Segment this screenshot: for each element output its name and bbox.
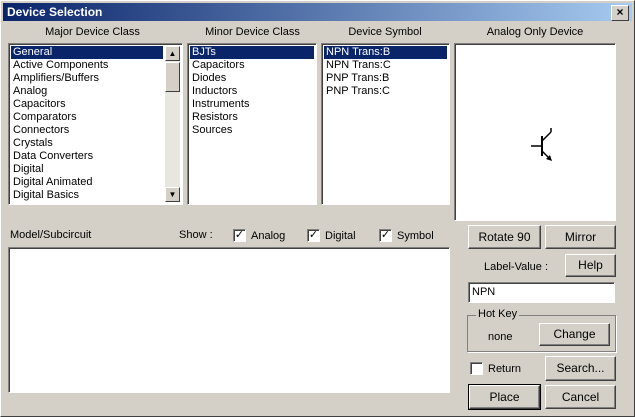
- hot-key-value: none: [488, 331, 513, 343]
- scroll-up-button[interactable]: ▲: [165, 46, 180, 61]
- symbol-preview: [454, 43, 616, 221]
- analog-only-header: Analog Only Device: [486, 26, 584, 38]
- major-class-item[interactable]: Connectors: [11, 124, 163, 137]
- npn-transistor-icon: [531, 128, 552, 161]
- major-class-item[interactable]: General: [11, 46, 163, 59]
- major-class-items: General Active Components Amplifiers/Buffe…: [11, 46, 163, 202]
- help-button[interactable]: Help: [565, 254, 616, 277]
- search-button[interactable]: Search...: [545, 356, 616, 381]
- minor-class-items: BJTs Capacitors Diodes Inductors Instruments…: [190, 46, 314, 137]
- analog-checkbox[interactable]: ✓: [233, 229, 246, 242]
- label-value-label: Label-Value :: [484, 261, 549, 273]
- mirror-button[interactable]: Mirror: [545, 225, 616, 249]
- major-class-header: Major Device Class: [45, 26, 140, 38]
- major-class-item[interactable]: Digital Animated: [11, 176, 163, 189]
- symbol-checkbox[interactable]: ✓: [379, 229, 392, 242]
- symbol-label: Symbol: [397, 230, 434, 242]
- device-symbol-header: Device Symbol: [348, 26, 422, 38]
- minor-class-item[interactable]: BJTs: [190, 46, 314, 59]
- device-symbol-item[interactable]: NPN Trans:C: [324, 59, 447, 72]
- window-title: Device Selection: [7, 5, 103, 19]
- minor-class-list[interactable]: BJTs Capacitors Diodes Inductors Instruments…: [187, 43, 317, 205]
- return-label: Return: [488, 363, 522, 375]
- change-button[interactable]: Change: [539, 323, 610, 346]
- major-class-item[interactable]: Amplifiers/Buffers: [11, 72, 163, 85]
- scroll-thumb[interactable]: [165, 62, 180, 92]
- device-selection-dialog: Device Selection × Major Device Class Mi…: [0, 0, 635, 417]
- model-subcircuit-label: Model/Subcircuit: [10, 229, 92, 241]
- return-checkbox[interactable]: [470, 362, 483, 375]
- close-button[interactable]: ×: [611, 5, 629, 21]
- minor-class-item[interactable]: Capacitors: [190, 59, 314, 72]
- label-value-input[interactable]: NPN: [468, 282, 615, 303]
- cancel-button[interactable]: Cancel: [545, 385, 616, 409]
- title-bar: Device Selection ×: [3, 3, 632, 21]
- rotate-90-button[interactable]: Rotate 90: [468, 225, 541, 249]
- minor-class-item[interactable]: Sources: [190, 124, 314, 137]
- device-symbol-item[interactable]: PNP Trans:B: [324, 72, 447, 85]
- scroll-down-button[interactable]: ▼: [165, 187, 180, 202]
- major-class-item[interactable]: Digital Basics: [11, 189, 163, 202]
- show-label: Show :: [179, 229, 213, 241]
- major-class-item[interactable]: Analog: [11, 85, 163, 98]
- device-symbol-item[interactable]: PNP Trans:C: [324, 85, 447, 98]
- minor-class-item[interactable]: Instruments: [190, 98, 314, 111]
- device-symbol-list[interactable]: NPN Trans:B NPN Trans:C PNP Trans:B PNP Tra…: [321, 43, 450, 205]
- minor-class-item[interactable]: Resistors: [190, 111, 314, 124]
- place-button[interactable]: Place: [468, 384, 541, 410]
- major-class-item[interactable]: Data Converters: [11, 150, 163, 163]
- model-subcircuit-box[interactable]: [8, 247, 450, 393]
- major-class-list[interactable]: General Active Components Amplifiers/Buffe…: [8, 43, 183, 205]
- major-scrollbar[interactable]: ▲ ▼: [165, 46, 180, 202]
- digital-label: Digital: [325, 230, 356, 242]
- analog-label: Analog: [251, 230, 286, 242]
- device-symbol-item[interactable]: NPN Trans:B: [324, 46, 447, 59]
- hot-key-group-label: Hot Key: [476, 308, 520, 320]
- major-class-item[interactable]: Active Components: [11, 59, 163, 72]
- device-symbol-items: NPN Trans:B NPN Trans:C PNP Trans:B PNP Tra…: [324, 46, 447, 98]
- minor-class-item[interactable]: Inductors: [190, 85, 314, 98]
- major-class-item[interactable]: Digital: [11, 163, 163, 176]
- digital-checkbox[interactable]: ✓: [307, 229, 320, 242]
- minor-class-header: Minor Device Class: [205, 26, 300, 38]
- major-class-item[interactable]: Comparators: [11, 111, 163, 124]
- major-class-item[interactable]: Crystals: [11, 137, 163, 150]
- major-class-item[interactable]: Capacitors: [11, 98, 163, 111]
- minor-class-item[interactable]: Diodes: [190, 72, 314, 85]
